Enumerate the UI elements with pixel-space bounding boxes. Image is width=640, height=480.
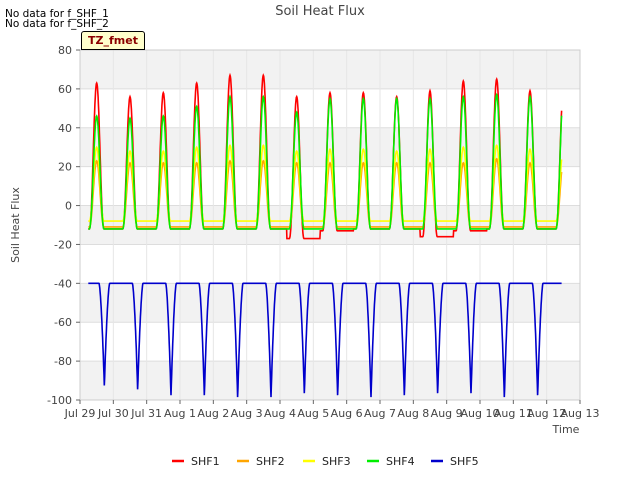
plot-band [80, 50, 580, 89]
y-tick-label: 20 [58, 161, 72, 174]
y-tick-label: 60 [58, 83, 72, 96]
y-tick-label: -100 [47, 394, 72, 407]
x-tick-label: Aug 1 [164, 407, 196, 420]
legend-label-shf2: SHF2 [256, 455, 285, 468]
y-tick-label: 0 [65, 200, 72, 213]
y-tick-label: -20 [54, 238, 72, 251]
x-tick-label: Aug 5 [297, 407, 329, 420]
y-tick-label: -40 [54, 277, 72, 290]
plot-band [80, 283, 580, 323]
plot-band [80, 205, 580, 245]
legend: SHF1 SHF2 SHF3 SHF4 SHF5 [172, 455, 479, 468]
soil-heat-flux-chart: -100 -80 -60 -40 -20 0 20 40 60 80 Jul 29 Jul 30 Ju… [9, 4, 600, 468]
x-tick-label: Jul 30 [97, 407, 129, 420]
site-tag-label: TZ_fmet [81, 31, 145, 50]
plot-band [80, 127, 580, 167]
y-tick-label: 80 [58, 44, 72, 57]
legend-label-shf4: SHF4 [386, 455, 415, 468]
x-tick-label: Aug 8 [397, 407, 429, 420]
y-tick-label: -60 [54, 316, 72, 329]
y-axis: -100 -80 -60 -40 -20 0 20 40 60 80 [47, 44, 80, 407]
y-tick-label: 40 [58, 122, 72, 135]
chart-title: Soil Heat Flux [275, 4, 365, 19]
x-tick-label: Aug 7 [364, 407, 396, 420]
x-tick-label: Aug 13 [561, 407, 600, 420]
x-tick-label: Aug 6 [331, 407, 363, 420]
legend-label-shf1: SHF1 [191, 455, 220, 468]
x-axis-label: Time [552, 423, 580, 436]
y-axis-label: Soil Heat Flux [9, 187, 22, 263]
x-tick-label: Aug 3 [231, 407, 263, 420]
x-axis: Jul 29 Jul 30 Jul 31 Aug 1 Aug 2 Aug 3 Aug 4 Au… [64, 400, 600, 420]
legend-label-shf5: SHF5 [450, 455, 479, 468]
x-tick-label: Jul 29 [64, 407, 96, 420]
x-tick-label: Aug 4 [264, 407, 296, 420]
x-tick-label: Jul 31 [130, 407, 162, 420]
x-tick-label: Aug 9 [431, 407, 463, 420]
y-tick-label: -80 [54, 355, 72, 368]
x-tick-label: Aug 2 [197, 407, 229, 420]
legend-label-shf3: SHF3 [322, 455, 351, 468]
